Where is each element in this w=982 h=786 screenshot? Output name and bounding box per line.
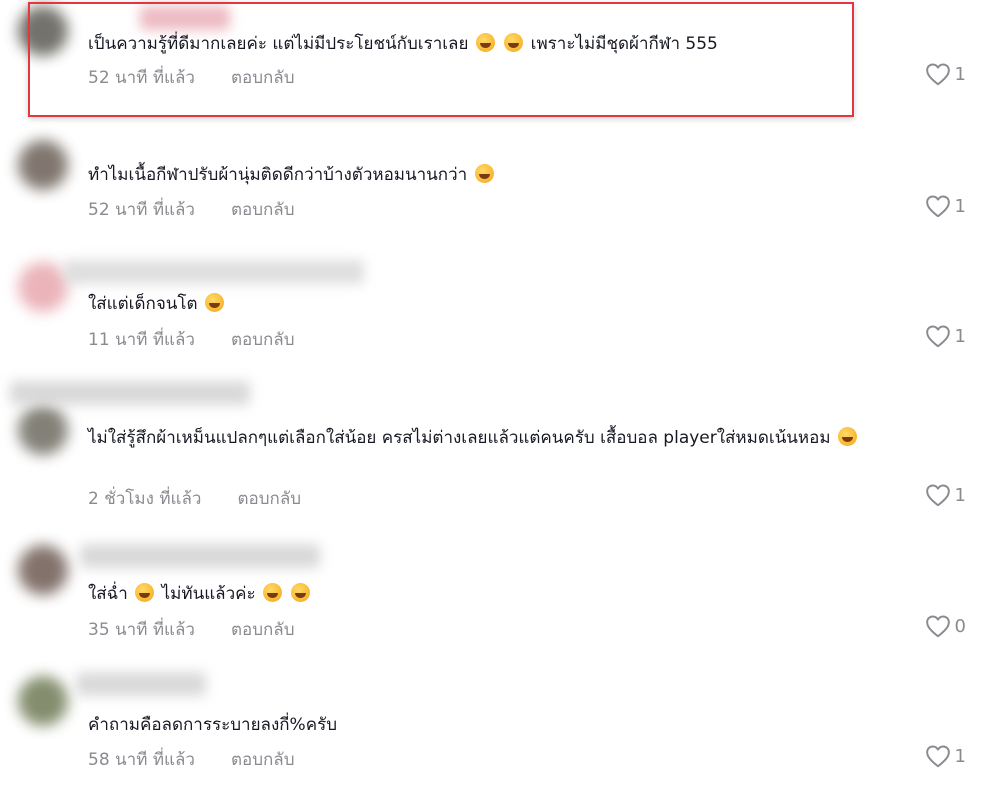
comment-text: ใส่แต่เด็กจนโต xyxy=(88,289,970,319)
heart-outline-icon xyxy=(925,63,950,86)
comment-text-main: ทำไมเนื้อกีฬาปรับผ้านุ่มติดดีกว่าบ้างตัว… xyxy=(88,165,468,185)
reply-button[interactable]: ตอบกลับ xyxy=(231,326,295,353)
reply-button[interactable]: ตอบกลับ xyxy=(237,485,301,512)
comment-item: เป็นความรู้ที่ดีมากเลยค่ะ แต่ไม่มีประโยช… xyxy=(0,0,982,130)
comment-meta: 52 นาที ที่แล้ว ตอบกลับ xyxy=(88,64,295,91)
rofl-emoji xyxy=(837,427,857,446)
comment-meta: 35 นาที ที่แล้ว ตอบกลับ xyxy=(88,616,295,643)
comment-text-main: คำถามคือลดการระบายลงกี่%ครับ xyxy=(88,715,337,735)
comment-text: ทำไมเนื้อกีฬาปรับผ้านุ่มติดดีกว่าบ้างตัว… xyxy=(88,160,970,190)
sweat-smile-emoji xyxy=(135,583,155,602)
comment-timestamp: 58 นาที ที่แล้ว xyxy=(88,750,195,770)
comment-item: ทำไมเนื้อกีฬาปรับผ้านุ่มติดดีกว่าบ้างตัว… xyxy=(0,130,982,260)
reply-button[interactable]: ตอบกลับ xyxy=(231,196,295,223)
hand-over-mouth-emoji xyxy=(291,583,311,602)
username-blurred[interactable] xyxy=(140,6,230,30)
comment-meta: 11 นาที ที่แล้ว ตอบกลับ xyxy=(88,326,295,353)
comment-timestamp: 52 นาที ที่แล้ว xyxy=(88,68,195,88)
laughing-emoji xyxy=(475,33,495,52)
comment-item: ไม่ใส่รู้สึกผ้าเหม็นแปลกๆแต่เลือกใส่น้อย… xyxy=(0,375,982,525)
comment-timestamp: 35 นาที ที่แล้ว xyxy=(88,620,195,640)
rofl-emoji xyxy=(474,164,494,183)
heart-outline-icon xyxy=(925,484,950,507)
laughing-emoji xyxy=(204,293,224,312)
like-count: 1 xyxy=(954,325,966,347)
comment-meta: 52 นาที ที่แล้ว ตอบกลับ xyxy=(88,196,295,223)
like-button[interactable]: 1 xyxy=(925,483,966,507)
like-button[interactable]: 0 xyxy=(925,614,966,638)
like-count: 1 xyxy=(954,63,966,85)
reply-button[interactable]: ตอบกลับ xyxy=(231,616,295,643)
reply-button[interactable]: ตอบกลับ xyxy=(231,746,295,773)
reply-button[interactable]: ตอบกลับ xyxy=(231,64,295,91)
comment-timestamp: 2 ชั่วโมง ที่แล้ว xyxy=(88,489,202,509)
username-blurred[interactable] xyxy=(80,544,320,568)
avatar[interactable] xyxy=(18,140,68,190)
comment-text: เป็นความรู้ที่ดีมากเลยค่ะ แต่ไม่มีประโยช… xyxy=(88,29,970,59)
laughing-emoji xyxy=(504,33,524,52)
username-blurred[interactable] xyxy=(10,381,250,405)
comment-meta: 2 ชั่วโมง ที่แล้ว ตอบกลับ xyxy=(88,485,301,512)
like-button[interactable]: 1 xyxy=(925,324,966,348)
comment-meta: 58 นาที ที่แล้ว ตอบกลับ xyxy=(88,746,295,773)
comment-item: คำถามคือลดการระบายลงกี่%ครับ 58 นาที ที่… xyxy=(0,662,982,786)
like-button[interactable]: 1 xyxy=(925,62,966,86)
comment-text: คำถามคือลดการระบายลงกี่%ครับ xyxy=(88,710,970,740)
heart-outline-icon xyxy=(925,195,950,218)
like-button[interactable]: 1 xyxy=(925,194,966,218)
avatar[interactable] xyxy=(18,676,68,726)
comment-text-main: ใส่ฉ่ำ xyxy=(88,584,128,604)
comment-text: ใส่ฉ่ำ ไม่ทันแล้วค่ะ xyxy=(88,579,970,609)
like-count: 1 xyxy=(954,484,966,506)
avatar[interactable] xyxy=(18,545,68,595)
like-count: 0 xyxy=(954,615,966,637)
like-count: 1 xyxy=(954,195,966,217)
avatar[interactable] xyxy=(18,262,68,312)
grinning-squint-emoji xyxy=(263,583,283,602)
comment-timestamp: 11 นาที ที่แล้ว xyxy=(88,330,195,350)
comment-item: ใส่แต่เด็กจนโต 11 นาที ที่แล้ว ตอบกลับ 1 xyxy=(0,260,982,380)
comment-text-main: เป็นความรู้ที่ดีมากเลยค่ะ แต่ไม่มีประโยช… xyxy=(88,34,469,54)
heart-outline-icon xyxy=(925,745,950,768)
heart-outline-icon xyxy=(925,615,950,638)
comment-text-tail: ไม่ทันแล้วค่ะ xyxy=(161,584,256,604)
comment-text-main: ใส่แต่เด็กจนโต xyxy=(88,294,198,314)
comment-text-main: ไม่ใส่รู้สึกผ้าเหม็นแปลกๆแต่เลือกใส่น้อย… xyxy=(88,428,831,448)
comment-timestamp: 52 นาที ที่แล้ว xyxy=(88,200,195,220)
avatar[interactable] xyxy=(18,405,68,455)
comment-text: ไม่ใส่รู้สึกผ้าเหม็นแปลกๆแต่เลือกใส่น้อย… xyxy=(88,423,970,453)
username-blurred[interactable] xyxy=(64,260,364,284)
comment-item: ใส่ฉ่ำ ไม่ทันแล้วค่ะ 35 นาที ที่แล้ว ตอบ… xyxy=(0,530,982,660)
avatar[interactable] xyxy=(18,6,68,56)
like-button[interactable]: 1 xyxy=(925,744,966,768)
heart-outline-icon xyxy=(925,325,950,348)
like-count: 1 xyxy=(954,745,966,767)
comment-list: เป็นความรู้ที่ดีมากเลยค่ะ แต่ไม่มีประโยช… xyxy=(0,0,982,786)
comment-text-tail: เพราะไม่มีชุดผ้ากีฬา 555 xyxy=(530,34,718,54)
username-blurred[interactable] xyxy=(76,672,206,696)
